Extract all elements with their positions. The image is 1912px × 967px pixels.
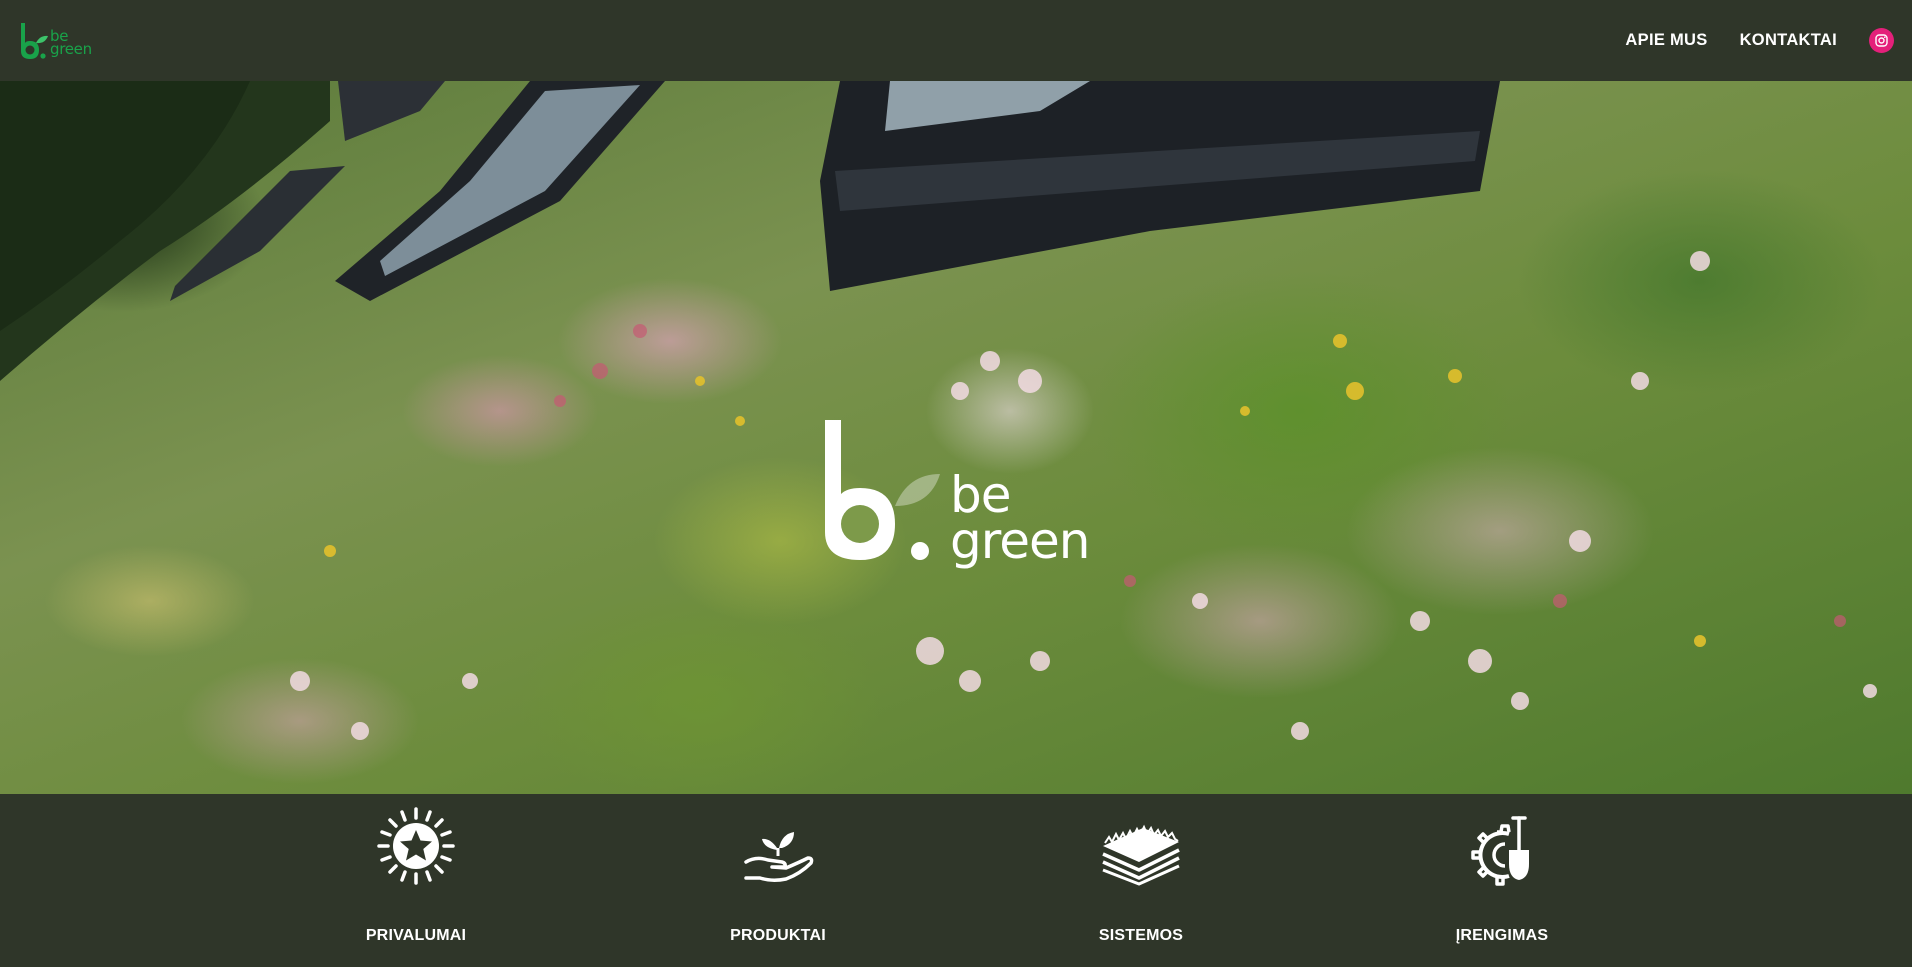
hero-logo-b-icon	[825, 420, 940, 560]
sun-star-icon	[377, 807, 455, 885]
feature-produktai[interactable]: PRODUKTAI	[678, 794, 878, 967]
nav-link-apie-mus[interactable]: APIE MUS	[1625, 31, 1707, 50]
feature-label-privalumai: PRIVALUMAI	[365, 927, 467, 944]
feature-privalumai[interactable]: PRIVALUMAI	[316, 794, 516, 967]
site-logo[interactable]: be green	[18, 21, 92, 61]
main-nav: APIE MUS KONTAKTAI	[1625, 28, 1894, 53]
features-bar: PRIVALUMAI PRODUKTAI SISTEMOS ĮRENGIMAS	[0, 794, 1912, 967]
hero-logo-line-green: green	[950, 512, 1090, 570]
nav-link-kontaktai[interactable]: KONTAKTAI	[1740, 31, 1837, 50]
site-header: be green APIE MUS KONTAKTAI	[0, 0, 1912, 81]
hero-banner: be green	[0, 81, 1912, 794]
hero-logo: be green	[820, 414, 1090, 570]
feature-sistemos[interactable]: SISTEMOS	[1041, 794, 1241, 967]
logo-line-green: green	[50, 39, 92, 58]
logo-b-icon	[21, 22, 48, 59]
feature-label-irengimas: ĮRENGIMAS	[1455, 927, 1549, 944]
feature-label-produktai: PRODUKTAI	[730, 927, 826, 944]
feature-irengimas[interactable]: ĮRENGIMAS	[1402, 794, 1602, 967]
logo-wordmark: be green	[50, 28, 92, 58]
instagram-icon	[1875, 34, 1888, 47]
instagram-button[interactable]	[1869, 28, 1894, 53]
feature-label-sistemos: SISTEMOS	[1098, 927, 1184, 944]
layers-grass-icon	[1102, 824, 1180, 886]
hand-sprout-icon	[744, 832, 814, 883]
gear-shovel-icon	[1471, 816, 1529, 886]
hero-logo-wordmark: be green	[950, 470, 1090, 570]
